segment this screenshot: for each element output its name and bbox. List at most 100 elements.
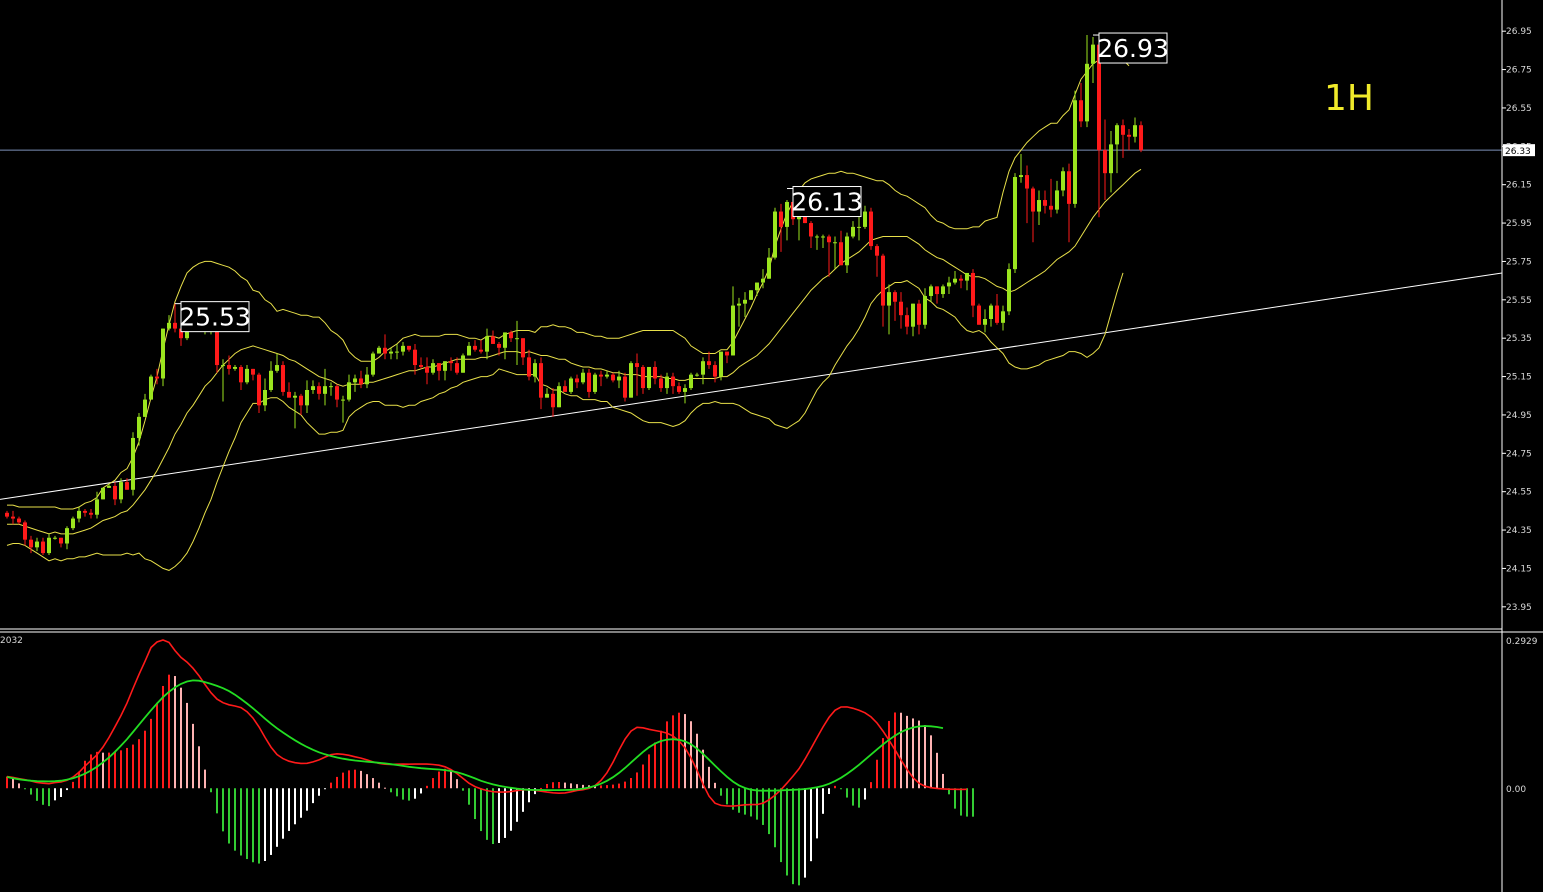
macd-histogram-bar (498, 788, 500, 844)
candle-body (989, 305, 993, 319)
candle (587, 368, 591, 398)
macd-histogram-bar (48, 788, 50, 807)
macd-histogram-bar (138, 739, 140, 789)
macd-histogram-bar (618, 783, 620, 789)
candle (1121, 119, 1125, 158)
macd-histogram-bar (390, 788, 392, 793)
candle (11, 510, 15, 525)
macd-histogram-bar (492, 788, 494, 845)
macd-histogram-bar (636, 772, 638, 789)
macd-histogram-bar (870, 782, 872, 789)
candle-body (743, 299, 747, 304)
candle (1019, 153, 1023, 183)
macd-histogram-bar (660, 730, 662, 789)
candle-body (329, 386, 333, 388)
candle (1085, 35, 1089, 128)
candle (515, 320, 519, 366)
candle (1073, 90, 1077, 208)
candle (425, 357, 429, 385)
trading-chart[interactable]: 26.9526.7526.5526.3526.1525.9525.7525.55… (0, 0, 1543, 892)
candle (629, 361, 633, 398)
candle (521, 338, 525, 366)
candle (137, 413, 141, 446)
candle (161, 328, 165, 387)
candle (995, 294, 999, 325)
candle (1079, 82, 1083, 128)
macd-histogram-bar (954, 788, 956, 809)
macd-histogram-bar (600, 785, 602, 789)
candle-body (101, 487, 105, 500)
candle (653, 361, 657, 385)
macd-histogram-bar (834, 785, 836, 789)
candle (23, 520, 27, 546)
macd-histogram-bar (888, 720, 890, 789)
candle-body (497, 343, 501, 348)
candle (1115, 123, 1119, 174)
macd-histogram-bar (360, 770, 362, 789)
candle (269, 361, 273, 392)
candle (353, 374, 357, 392)
candle (275, 353, 279, 373)
macd-histogram-bar (804, 788, 806, 878)
candle (53, 535, 57, 540)
macd-histogram-bar (606, 785, 608, 789)
macd-axis: 0.2929 0.00 2032 (0, 636, 1538, 795)
candle-body (1085, 63, 1089, 122)
candle-body (581, 372, 585, 383)
macd-histogram-bar (774, 788, 776, 848)
macd-histogram-bar (846, 788, 848, 798)
macd-histogram-bar (324, 788, 326, 790)
macd-histogram-bar (462, 788, 464, 791)
candle-body (29, 539, 33, 548)
macd-histogram-bar (642, 764, 644, 789)
candle (71, 516, 75, 531)
candle (971, 269, 975, 318)
candle (347, 374, 351, 402)
candle (77, 507, 81, 523)
candle-body (647, 366, 651, 389)
candle (611, 372, 615, 383)
macd-tick-label: 0.2929 (1506, 637, 1538, 647)
candle (389, 347, 393, 360)
candle-body (935, 286, 939, 295)
candle-body (641, 366, 645, 389)
macd-histogram-bar (522, 788, 524, 812)
candle-body (413, 349, 417, 366)
candle (47, 533, 51, 556)
macd-histogram-bar (504, 788, 506, 838)
candle (665, 372, 669, 394)
candle-body (59, 537, 63, 544)
candle (767, 248, 771, 279)
candle (893, 290, 897, 321)
macd-histogram-bar (102, 752, 104, 789)
candle-body (809, 223, 813, 237)
macd-histogram-bar (810, 788, 812, 862)
candle (923, 288, 927, 329)
candle-body (335, 386, 339, 400)
candle-body (95, 499, 99, 515)
candle (743, 292, 747, 318)
macd-histogram-bar (768, 788, 770, 835)
peak-label: 26.13 (791, 188, 863, 217)
candle (335, 384, 339, 408)
candle-body (509, 332, 513, 339)
candle (1067, 163, 1071, 243)
candle (35, 537, 39, 552)
macd-histogram-bar (54, 788, 56, 801)
macd-histogram-bar (450, 771, 452, 789)
macd-panel[interactable] (6, 639, 974, 886)
candle (449, 357, 453, 371)
macd-histogram-bar (258, 788, 260, 864)
candle-body (491, 336, 495, 344)
candle-body (41, 541, 45, 554)
candle (773, 207, 777, 260)
candle (503, 332, 507, 360)
candle-body (317, 386, 321, 394)
candle-body (857, 226, 861, 228)
candle (1043, 190, 1047, 214)
macd-histogram-bar (186, 702, 188, 789)
macd-histogram-bar (858, 788, 860, 808)
candle (233, 365, 237, 371)
candle-body (713, 365, 717, 377)
macd-histogram-bar (246, 788, 248, 860)
